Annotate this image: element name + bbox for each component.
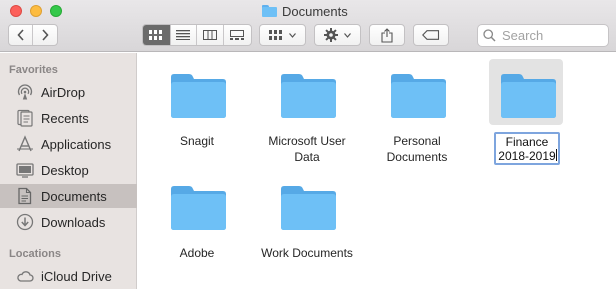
file-name-line: Work Documents xyxy=(261,246,353,260)
file-name: Snagit xyxy=(142,133,252,149)
desktop-icon xyxy=(16,161,34,179)
forward-button[interactable] xyxy=(33,25,57,45)
file-item[interactable]: Work Documents xyxy=(252,183,362,273)
sidebar-item-downloads[interactable]: Downloads xyxy=(0,210,137,234)
window-title: Documents xyxy=(262,3,348,19)
sidebar-header-favorites: Favorites xyxy=(9,64,58,76)
chevron-down-icon xyxy=(344,32,351,38)
sidebar-item-label: Desktop xyxy=(41,162,89,178)
folder-icon xyxy=(262,5,277,17)
group-grid-icon xyxy=(269,30,282,40)
share-button[interactable] xyxy=(369,24,405,46)
text-caret xyxy=(556,149,557,161)
downloads-icon xyxy=(16,213,34,231)
sidebar-item-label: AirDrop xyxy=(41,84,86,100)
file-name: Personal Documents xyxy=(362,133,472,165)
file-item[interactable]: Microsoft User Data xyxy=(252,71,362,171)
sidebar-item-applications[interactable]: Applications xyxy=(0,132,137,156)
icon-grid-icon xyxy=(149,30,163,40)
icloud-icon xyxy=(16,267,34,285)
file-name-line: Adobe xyxy=(179,246,215,260)
chevron-down-icon xyxy=(289,32,296,38)
airdrop-icon xyxy=(16,83,34,101)
icon-view-button[interactable] xyxy=(143,25,171,45)
tag-button[interactable] xyxy=(413,24,449,46)
search-icon xyxy=(483,29,496,42)
sidebar-item-documents[interactable]: Documents xyxy=(0,184,137,208)
folder-icon xyxy=(281,74,336,118)
sidebar-header-locations: Locations xyxy=(9,248,61,260)
file-name-line: Microsoft User xyxy=(268,134,346,148)
file-name: Microsoft User Data xyxy=(252,133,362,165)
sidebar-item-airdrop[interactable]: AirDrop xyxy=(0,80,137,104)
rename-text-line: Finance xyxy=(505,135,549,149)
folder-icon xyxy=(501,74,556,118)
file-name-line: Snagit xyxy=(179,134,215,148)
file-name: Adobe xyxy=(142,245,252,261)
search-placeholder: Search xyxy=(502,28,544,43)
folder-icon xyxy=(281,186,336,230)
rename-field[interactable]: Finance 2018-2019 xyxy=(494,132,560,165)
tag-icon xyxy=(422,30,440,40)
columns-icon xyxy=(202,30,217,40)
minimize-window-button[interactable] xyxy=(30,5,42,17)
file-item[interactable]: Adobe xyxy=(142,183,252,273)
folder-icon xyxy=(171,186,226,230)
title-bar: Documents Search xyxy=(0,0,616,52)
list-view-button[interactable] xyxy=(171,25,198,45)
file-name-line: Data xyxy=(294,150,320,164)
sidebar: Favorites AirDrop Recents Applications D… xyxy=(0,53,137,289)
folder-icon xyxy=(171,74,226,118)
close-window-button[interactable] xyxy=(10,5,22,17)
sidebar-item-label: Recents xyxy=(41,110,89,126)
sidebar-item-recents[interactable]: Recents xyxy=(0,106,137,130)
sidebar-item-label: Downloads xyxy=(41,214,106,230)
file-item[interactable]: Personal Documents xyxy=(362,71,472,171)
gallery-icon xyxy=(230,30,245,40)
sidebar-item-label: Applications xyxy=(41,136,112,152)
documents-icon xyxy=(16,187,34,205)
back-button[interactable] xyxy=(9,25,34,45)
file-name-line: Documents xyxy=(386,150,448,164)
nav-buttons xyxy=(8,24,58,46)
folder-icon xyxy=(391,74,446,118)
file-item[interactable]: Snagit xyxy=(142,71,252,171)
chevron-left-icon xyxy=(16,29,24,41)
applications-icon xyxy=(16,135,34,153)
recents-icon xyxy=(16,109,34,127)
sidebar-item-label: iCloud Drive xyxy=(41,268,112,284)
share-icon xyxy=(381,27,393,43)
sidebar-item-desktop[interactable]: Desktop xyxy=(0,158,137,182)
sidebar-item-icloud-drive[interactable]: iCloud Drive xyxy=(0,264,137,288)
file-name: Work Documents xyxy=(252,245,362,261)
file-icon-grid: Snagit Microsoft User Data Personal Docu… xyxy=(138,53,616,289)
zoom-window-button[interactable] xyxy=(50,5,62,17)
rename-text-line: 2018-2019 xyxy=(498,149,556,163)
column-view-button[interactable] xyxy=(197,25,224,45)
view-mode-control xyxy=(142,24,252,46)
window-title-text: Documents xyxy=(282,3,348,19)
gallery-view-button[interactable] xyxy=(224,25,251,45)
list-icon xyxy=(176,30,191,40)
gear-icon xyxy=(324,28,338,42)
sidebar-item-label: Documents xyxy=(41,188,107,204)
file-name-line: Personal xyxy=(393,134,441,148)
chevron-right-icon xyxy=(42,29,49,41)
group-menu-button[interactable] xyxy=(259,24,306,46)
action-menu-button[interactable] xyxy=(314,24,361,46)
search-field[interactable]: Search xyxy=(477,24,609,47)
